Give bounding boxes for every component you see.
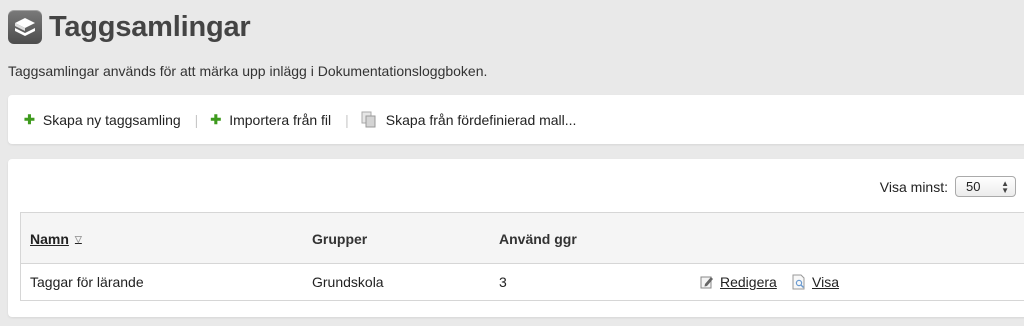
page-title: Taggsamlingar [49, 10, 251, 43]
plus-icon: ✚ [24, 111, 35, 127]
tag-collection-list-panel: Visa minst: 50 ▲ ▼ Namn ▽ Grupper Använd … [8, 159, 1024, 317]
column-header-name[interactable]: Namn ▽ [30, 231, 82, 247]
action-toolbar: ✚ Skapa ny taggsamling | ✚ Importera frå… [8, 95, 1024, 144]
limit-control: Visa minst: 50 ▲ ▼ [880, 176, 1016, 197]
table-row: Taggar för lärande Grundskola 3 Redigera [21, 264, 1024, 300]
tag-collection-icon [8, 10, 42, 44]
tag-collection-table: Namn ▽ Grupper Använd ggr Taggar för lär… [20, 212, 1024, 301]
import-from-file-button[interactable]: ✚ Importera från fil [210, 112, 331, 128]
copy-icon [361, 111, 377, 128]
cell-groups: Grundskola [312, 274, 384, 290]
edit-link[interactable]: Redigera [700, 274, 777, 290]
edit-link-label: Redigera [720, 274, 777, 290]
limit-select[interactable]: 50 ▲ ▼ [955, 176, 1016, 197]
view-link-label: Visa [812, 274, 839, 290]
column-header-used: Använd ggr [499, 231, 577, 247]
column-header-name-label: Namn [30, 231, 69, 247]
limit-label: Visa minst: [879, 178, 948, 195]
create-from-template-label: Skapa från fördefinierad mall... [385, 111, 577, 128]
column-header-groups: Grupper [312, 231, 368, 247]
cell-used: 3 [499, 274, 507, 290]
cell-name: Taggar för lärande [30, 274, 144, 290]
view-document-icon [792, 274, 806, 290]
toolbar-separator: | [194, 111, 199, 128]
create-from-template-button[interactable]: Skapa från fördefinierad mall... [361, 111, 577, 128]
sort-down-icon: ▽ [74, 233, 82, 244]
toolbar-separator: | [345, 111, 349, 128]
table-header-row: Namn ▽ Grupper Använd ggr [21, 213, 1024, 264]
import-from-file-label: Importera från fil [229, 111, 332, 128]
edit-icon [700, 275, 714, 289]
plus-icon: ✚ [210, 111, 222, 127]
view-link[interactable]: Visa [792, 274, 839, 290]
create-tag-collection-label: Skapa ny taggsamling [42, 111, 181, 128]
select-arrows-icon: ▲ ▼ [1001, 178, 1009, 195]
limit-value: 50 [966, 179, 981, 194]
page-description: Taggsamlingar används för att märka upp … [8, 63, 488, 79]
page-header: Taggsamlingar [8, 9, 251, 45]
create-tag-collection-button[interactable]: ✚ Skapa ny taggsamling [24, 112, 181, 128]
